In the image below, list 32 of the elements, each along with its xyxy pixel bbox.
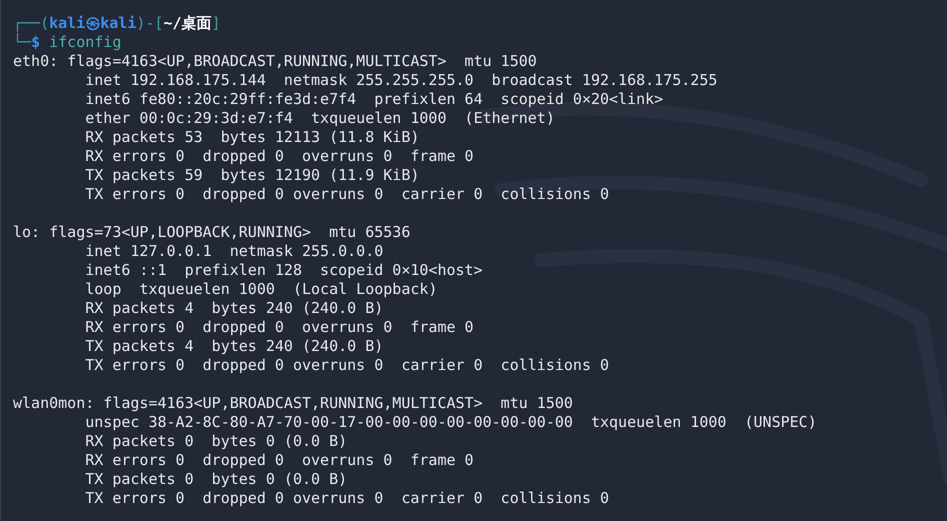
output-line: loop txqueuelen 1000 (Local Loopback) [84,280,438,299]
output-line: RX errors 0 dropped 0 overruns 0 frame 0 [84,147,474,166]
output-line: RX packets 53 bytes 12113 (11.8 KiB) [84,128,420,147]
output-line: RX packets 4 bytes 240 (240.0 B) [84,299,384,318]
prompt-frame: └─ [13,33,32,52]
prompt-frame: ┌──( [13,14,50,33]
output-line: inet6 fe80::20c:29ff:fe3d:e7f4 prefixlen 64 scopeid 0×20<link> [84,90,664,109]
output-line: inet 127.0.0.1 netmask 255.0.0.0 [84,242,384,261]
output-line: wlan0mon: flags=4163<UP,BROADCAST,RUNNING,MULTICAST> mtu 1500 [13,394,573,413]
output-line: TX errors 0 dropped 0 overruns 0 carrier 0 collisions 0 [84,356,610,375]
output-line: TX errors 0 dropped 0 overruns 0 carrier 0 collisions 0 [84,489,610,508]
prompt-user: kali [49,14,86,33]
output-line: TX packets 59 bytes 12190 (11.9 KiB) [84,166,420,185]
output-line: TX errors 0 dropped 0 overruns 0 carrier 0 collisions 0 [84,185,610,204]
output-line: TX packets 4 bytes 240 (240.0 B) [84,337,384,356]
output-line: inet 192.168.175.144 netmask 255.255.255.0 broadcast 192.168.175.255 [84,71,718,90]
prompt-frame: )-[ [136,14,164,33]
prompt-path: ~/桌面 [163,14,212,33]
output-line: inet6 ::1 prefixlen 128 scopeid 0×10<host> [84,261,483,280]
output-line: TX packets 0 bytes 0 (0.0 B) [84,470,348,489]
prompt-frame: ] [212,14,221,33]
output-line: unspec 38-A2-8C-80-A7-70-00-17-00-00-00-00-00-00-00-00 txqueuelen 1000 (UNSPEC) [84,413,817,432]
output-line: eth0: flags=4163<UP,BROADCAST,RUNNING,MULTICAST> mtu 1500 [13,52,537,71]
prompt-symbol: $ [31,33,40,52]
command-text: ifconfig [49,33,122,52]
prompt-separator: ㉿ [85,14,100,33]
output-line: RX errors 0 dropped 0 overruns 0 frame 0 [84,451,474,470]
output-line: RX packets 0 bytes 0 (0.0 B) [84,432,348,451]
output-line: RX errors 0 dropped 0 overruns 0 frame 0 [84,318,474,337]
output-line: ether 00:0c:29:3d:e7:f4 txqueuelen 1000 (Ethernet) [84,109,555,128]
output-line: lo: flags=73<UP,LOOPBACK,RUNNING> mtu 65536 [13,223,410,242]
prompt-host: kali [100,14,136,33]
